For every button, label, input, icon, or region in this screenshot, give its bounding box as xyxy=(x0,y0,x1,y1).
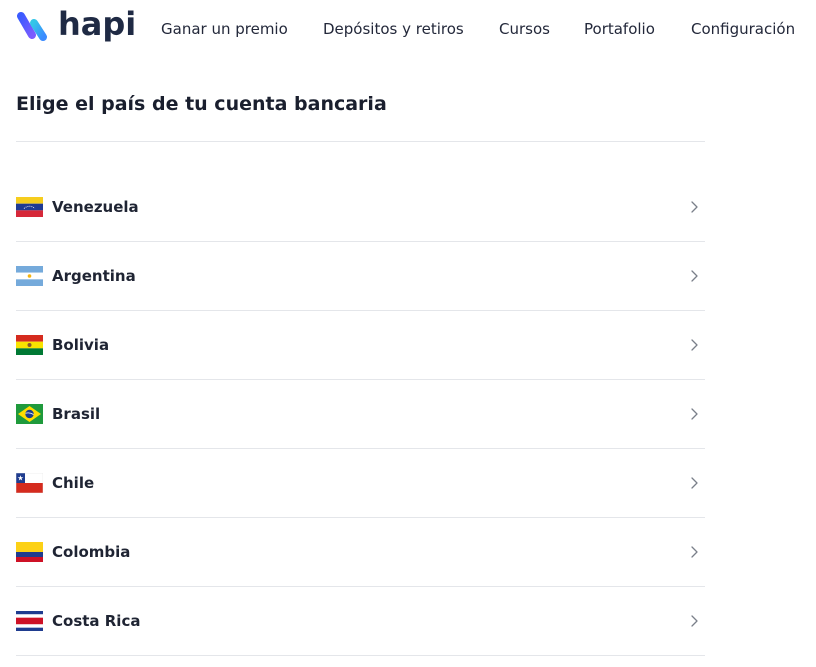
chevron-right-icon xyxy=(691,477,698,489)
country-name: Brasil xyxy=(52,405,101,423)
costa-rica-flag-icon xyxy=(16,611,43,631)
brazil-flag-icon xyxy=(16,404,43,424)
country-name: Venezuela xyxy=(52,198,139,216)
venezuela-flag-icon xyxy=(16,197,43,217)
chevron-right-icon xyxy=(691,201,698,213)
colombia-flag-icon xyxy=(16,542,43,562)
country-item-bolivia[interactable]: Bolivia xyxy=(16,311,705,380)
country-list: Venezuela Argentina Bolivia Brasil Chile… xyxy=(16,173,705,656)
nav-ganar-un-premio[interactable]: Ganar un premio xyxy=(161,19,288,39)
bolivia-flag-icon xyxy=(16,335,43,355)
top-navigation: hapi Ganar un premio Depósitos y retiros… xyxy=(0,0,816,60)
country-item-venezuela[interactable]: Venezuela xyxy=(16,173,705,242)
chevron-right-icon xyxy=(691,339,698,351)
chevron-right-icon xyxy=(691,270,698,282)
chevron-right-icon xyxy=(691,546,698,558)
chevron-right-icon xyxy=(691,615,698,627)
country-item-brasil[interactable]: Brasil xyxy=(16,380,705,449)
country-name: Costa Rica xyxy=(52,612,141,630)
page-title: Elige el país de tu cuenta bancaria xyxy=(16,93,387,115)
nav-portafolio[interactable]: Portafolio xyxy=(584,19,655,39)
country-item-costa-rica[interactable]: Costa Rica xyxy=(16,587,705,656)
country-item-argentina[interactable]: Argentina xyxy=(16,242,705,311)
nav-depositos-y-retiros[interactable]: Depósitos y retiros xyxy=(323,19,464,39)
country-name: Bolivia xyxy=(52,336,110,354)
chile-flag-icon xyxy=(16,473,43,493)
page: hapi Ganar un premio Depósitos y retiros… xyxy=(0,0,816,667)
country-item-colombia[interactable]: Colombia xyxy=(16,518,705,587)
country-name: Colombia xyxy=(52,543,131,561)
nav-configuracion[interactable]: Configuración xyxy=(691,19,795,39)
logo-wordmark: hapi xyxy=(58,5,137,43)
country-name: Chile xyxy=(52,474,95,492)
country-name: Argentina xyxy=(52,267,136,285)
hapi-logo-icon xyxy=(17,12,47,41)
divider xyxy=(16,141,705,142)
country-item-chile[interactable]: Chile xyxy=(16,449,705,518)
argentina-flag-icon xyxy=(16,266,43,286)
chevron-right-icon xyxy=(691,408,698,420)
hapi-logo[interactable]: hapi xyxy=(16,5,137,45)
nav-cursos[interactable]: Cursos xyxy=(499,19,550,39)
